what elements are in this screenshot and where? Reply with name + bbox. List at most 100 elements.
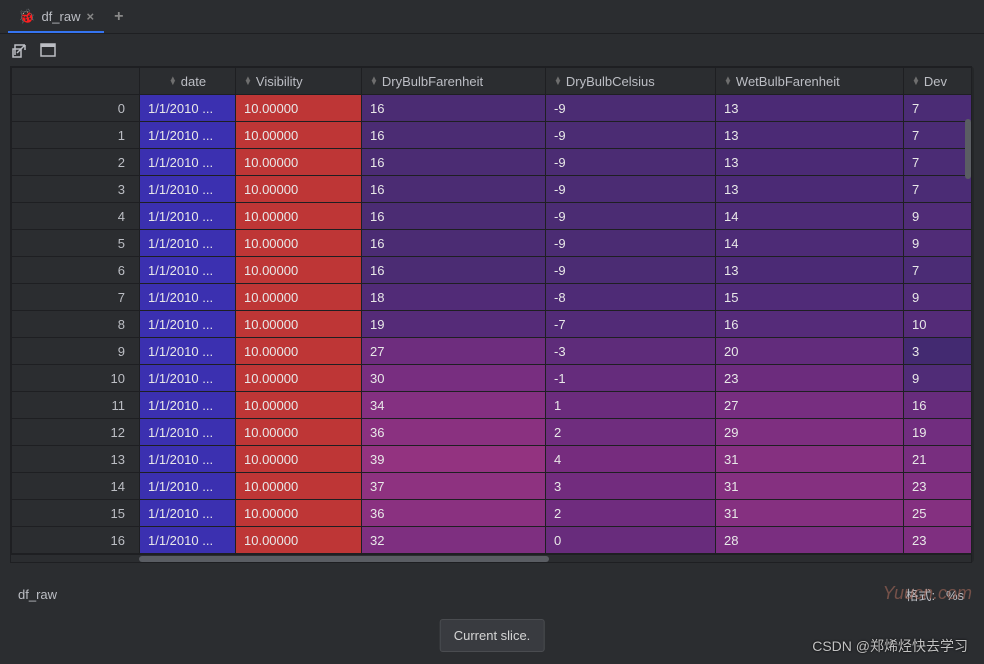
col-drybulbf-header[interactable]: ▲▼DryBulbFarenheit xyxy=(362,68,546,95)
cell-wetbulbf[interactable]: 31 xyxy=(716,500,904,527)
cell-dev[interactable]: 19 xyxy=(904,419,973,446)
cell-date[interactable]: 1/1/2010 ... xyxy=(140,338,236,365)
cell-visibility[interactable]: 10.00000 xyxy=(236,338,362,365)
cell-drybulbf[interactable]: 32 xyxy=(362,527,546,554)
cell-visibility[interactable]: 10.00000 xyxy=(236,446,362,473)
cell-drybulbf[interactable]: 16 xyxy=(362,95,546,122)
cell-dev[interactable]: 9 xyxy=(904,203,973,230)
cell-visibility[interactable]: 10.00000 xyxy=(236,473,362,500)
cell-wetbulbf[interactable]: 23 xyxy=(716,365,904,392)
cell-visibility[interactable]: 10.00000 xyxy=(236,284,362,311)
cell-visibility[interactable]: 10.00000 xyxy=(236,230,362,257)
cell-date[interactable]: 1/1/2010 ... xyxy=(140,500,236,527)
cell-dev[interactable]: 7 xyxy=(904,95,973,122)
table-row[interactable]: 101/1/2010 ...10.0000030-1239 xyxy=(12,365,973,392)
cell-drybulbc[interactable]: 0 xyxy=(546,527,716,554)
cell-date[interactable]: 1/1/2010 ... xyxy=(140,95,236,122)
cell-drybulbc[interactable]: -9 xyxy=(546,149,716,176)
table-row[interactable]: 11/1/2010 ...10.0000016-9137 xyxy=(12,122,973,149)
cell-drybulbf[interactable]: 27 xyxy=(362,338,546,365)
table-row[interactable]: 41/1/2010 ...10.0000016-9149 xyxy=(12,203,973,230)
table-row[interactable]: 51/1/2010 ...10.0000016-9149 xyxy=(12,230,973,257)
cell-dev[interactable]: 25 xyxy=(904,500,973,527)
cell-visibility[interactable]: 10.00000 xyxy=(236,122,362,149)
col-visibility-header[interactable]: ▲▼Visibility xyxy=(236,68,362,95)
horizontal-scrollbar[interactable] xyxy=(11,554,971,562)
cell-dev[interactable]: 23 xyxy=(904,527,973,554)
cell-visibility[interactable]: 10.00000 xyxy=(236,500,362,527)
table-row[interactable]: 141/1/2010 ...10.000003733123 xyxy=(12,473,973,500)
scroll-thumb[interactable] xyxy=(139,556,549,562)
cell-visibility[interactable]: 10.00000 xyxy=(236,257,362,284)
cell-drybulbc[interactable]: 4 xyxy=(546,446,716,473)
cell-date[interactable]: 1/1/2010 ... xyxy=(140,176,236,203)
cell-wetbulbf[interactable]: 31 xyxy=(716,446,904,473)
cell-drybulbc[interactable]: -9 xyxy=(546,176,716,203)
table-row[interactable]: 71/1/2010 ...10.0000018-8159 xyxy=(12,284,973,311)
cell-visibility[interactable]: 10.00000 xyxy=(236,95,362,122)
cell-drybulbf[interactable]: 18 xyxy=(362,284,546,311)
table-row[interactable]: 91/1/2010 ...10.0000027-3203 xyxy=(12,338,973,365)
cell-dev[interactable]: 7 xyxy=(904,176,973,203)
col-dev-header[interactable]: ▲▼Dev xyxy=(904,68,973,95)
cell-date[interactable]: 1/1/2010 ... xyxy=(140,392,236,419)
cell-dev[interactable]: 23 xyxy=(904,473,973,500)
col-date-header[interactable]: ▲▼date xyxy=(140,68,236,95)
cell-drybulbc[interactable]: 2 xyxy=(546,500,716,527)
cell-wetbulbf[interactable]: 13 xyxy=(716,257,904,284)
cell-drybulbf[interactable]: 30 xyxy=(362,365,546,392)
table-row[interactable]: 131/1/2010 ...10.000003943121 xyxy=(12,446,973,473)
cell-drybulbf[interactable]: 16 xyxy=(362,122,546,149)
table-row[interactable]: 121/1/2010 ...10.000003622919 xyxy=(12,419,973,446)
cell-dev[interactable]: 10 xyxy=(904,311,973,338)
cell-drybulbc[interactable]: -8 xyxy=(546,284,716,311)
cell-dev[interactable]: 3 xyxy=(904,338,973,365)
cell-date[interactable]: 1/1/2010 ... xyxy=(140,419,236,446)
index-header[interactable] xyxy=(12,68,140,95)
cell-dev[interactable]: 7 xyxy=(904,122,973,149)
cell-visibility[interactable]: 10.00000 xyxy=(236,365,362,392)
cell-drybulbf[interactable]: 16 xyxy=(362,203,546,230)
cell-date[interactable]: 1/1/2010 ... xyxy=(140,527,236,554)
cell-drybulbc[interactable]: -7 xyxy=(546,311,716,338)
col-wetbulbf-header[interactable]: ▲▼WetBulbFarenheit xyxy=(716,68,904,95)
cell-drybulbf[interactable]: 34 xyxy=(362,392,546,419)
cell-wetbulbf[interactable]: 13 xyxy=(716,149,904,176)
cell-visibility[interactable]: 10.00000 xyxy=(236,311,362,338)
popup-icon[interactable] xyxy=(12,42,28,58)
panel-icon[interactable] xyxy=(40,42,56,58)
table-row[interactable]: 01/1/2010 ...10.0000016-9137 xyxy=(12,95,973,122)
cell-date[interactable]: 1/1/2010 ... xyxy=(140,149,236,176)
cell-drybulbf[interactable]: 36 xyxy=(362,500,546,527)
cell-date[interactable]: 1/1/2010 ... xyxy=(140,473,236,500)
table-row[interactable]: 161/1/2010 ...10.000003202823 xyxy=(12,527,973,554)
cell-wetbulbf[interactable]: 16 xyxy=(716,311,904,338)
cell-drybulbf[interactable]: 16 xyxy=(362,257,546,284)
cell-drybulbf[interactable]: 16 xyxy=(362,230,546,257)
cell-visibility[interactable]: 10.00000 xyxy=(236,203,362,230)
cell-date[interactable]: 1/1/2010 ... xyxy=(140,230,236,257)
vertical-scrollbar[interactable] xyxy=(965,119,971,549)
cell-drybulbf[interactable]: 37 xyxy=(362,473,546,500)
scroll-thumb[interactable] xyxy=(965,119,971,179)
tab-df-raw[interactable]: 🐞 df_raw × xyxy=(8,0,104,33)
cell-drybulbc[interactable]: 1 xyxy=(546,392,716,419)
cell-dev[interactable]: 9 xyxy=(904,284,973,311)
cell-date[interactable]: 1/1/2010 ... xyxy=(140,203,236,230)
cell-date[interactable]: 1/1/2010 ... xyxy=(140,446,236,473)
table-row[interactable]: 31/1/2010 ...10.0000016-9137 xyxy=(12,176,973,203)
cell-drybulbf[interactable]: 16 xyxy=(362,176,546,203)
cell-drybulbc[interactable]: -1 xyxy=(546,365,716,392)
cell-drybulbc[interactable]: 3 xyxy=(546,473,716,500)
cell-drybulbf[interactable]: 39 xyxy=(362,446,546,473)
cell-wetbulbf[interactable]: 13 xyxy=(716,95,904,122)
cell-dev[interactable]: 7 xyxy=(904,257,973,284)
close-icon[interactable]: × xyxy=(86,9,94,24)
cell-visibility[interactable]: 10.00000 xyxy=(236,419,362,446)
table-row[interactable]: 21/1/2010 ...10.0000016-9137 xyxy=(12,149,973,176)
cell-date[interactable]: 1/1/2010 ... xyxy=(140,311,236,338)
cell-wetbulbf[interactable]: 27 xyxy=(716,392,904,419)
cell-drybulbf[interactable]: 16 xyxy=(362,149,546,176)
cell-dev[interactable]: 9 xyxy=(904,365,973,392)
cell-wetbulbf[interactable]: 28 xyxy=(716,527,904,554)
